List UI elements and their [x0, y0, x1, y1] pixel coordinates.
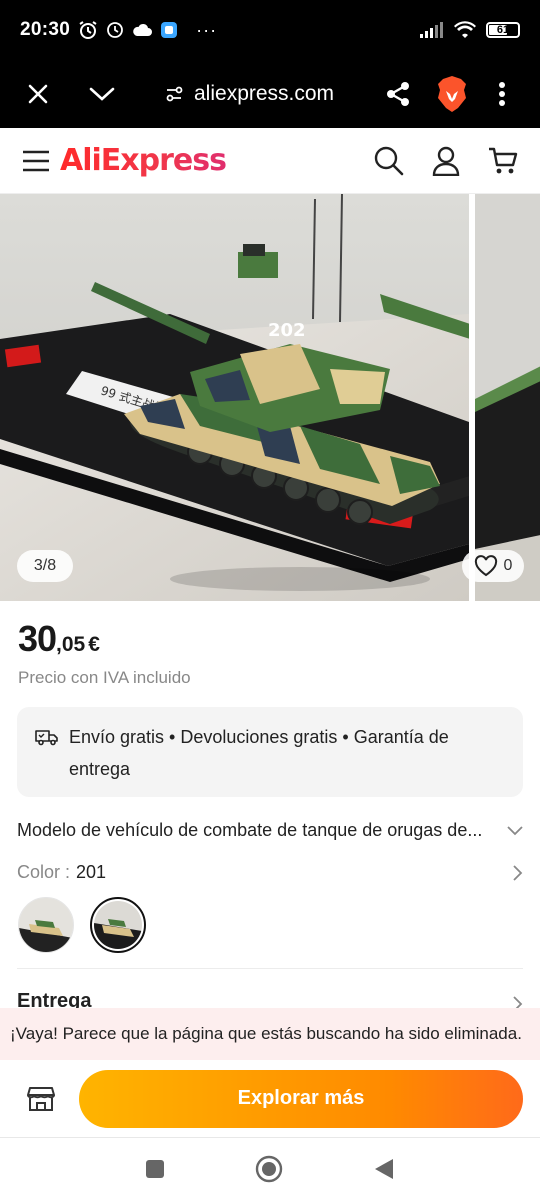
aliexpress-logo[interactable]: AliExpress [60, 143, 227, 178]
color-value: 201 [76, 862, 107, 882]
collapse-button[interactable] [80, 72, 124, 116]
section-divider [17, 968, 523, 969]
page-removed-text: ¡Vaya! Parece que la página que estás bu… [10, 1024, 522, 1043]
chevron-right-icon [513, 864, 523, 881]
home-icon[interactable] [255, 1155, 283, 1183]
price-integer: 30 [18, 618, 57, 659]
product-title: Modelo de vehículo de combate de tanque … [17, 820, 483, 840]
signal-icon [420, 22, 443, 38]
tank-model-image: 99 式主战坦克 202 [0, 194, 469, 601]
site-header: AliExpress [0, 128, 540, 194]
color-swatches [18, 897, 146, 953]
store-icon [27, 1086, 55, 1111]
close-icon [28, 84, 48, 104]
recent-apps-icon[interactable] [145, 1159, 165, 1179]
browser-menu-button[interactable] [480, 72, 524, 116]
svg-text:202: 202 [268, 320, 306, 341]
product-price: 30 ,05 € [18, 618, 100, 660]
alarm-icon [79, 21, 97, 39]
price-decimal: ,05 [56, 633, 86, 656]
browser-toolbar: aliexpress.com [0, 60, 540, 128]
delivery-label: Entrega [17, 990, 92, 1010]
wishlist-count: 0 [503, 557, 513, 574]
close-tab-button[interactable] [16, 72, 60, 116]
swatch-thumbnail [94, 901, 142, 949]
color-swatch-selected[interactable] [90, 897, 146, 953]
clock-icon [107, 22, 124, 38]
menu-icon[interactable] [22, 149, 50, 173]
share-icon [387, 82, 409, 106]
url-bar[interactable]: aliexpress.com [164, 82, 376, 106]
store-button[interactable] [17, 1075, 65, 1123]
tax-note: Precio con IVA incluido [18, 668, 191, 687]
more-notifications-icon: ··· [196, 19, 218, 40]
more-vertical-icon [499, 82, 505, 106]
shipping-text: Envío gratis • Devoluciones gratis • Gar… [69, 727, 449, 779]
share-button[interactable] [376, 72, 420, 116]
heart-icon [474, 555, 497, 577]
app-notification-icon [161, 22, 178, 38]
chevron-down-icon [507, 825, 523, 835]
site-settings-icon [166, 86, 183, 102]
status-bar: 20:30 ··· 61 [0, 0, 540, 60]
brave-lion-icon [438, 76, 466, 112]
search-icon[interactable] [374, 146, 404, 176]
swatch-thumbnail [19, 898, 73, 952]
android-nav-bar [0, 1138, 540, 1200]
account-icon[interactable] [432, 146, 460, 176]
product-photo[interactable]: 99 式主战坦克 202 [0, 194, 469, 601]
chevron-down-icon [89, 87, 115, 101]
cart-icon[interactable] [488, 146, 518, 176]
color-swatch[interactable] [18, 897, 74, 953]
battery-indicator: 61 [486, 22, 520, 38]
color-selector-row[interactable]: Color : 201 [17, 862, 523, 883]
url-text: aliexpress.com [194, 82, 335, 105]
price-currency: € [88, 633, 100, 656]
shipping-info-box[interactable]: Envío gratis • Devoluciones gratis • Gar… [17, 707, 523, 797]
explore-more-button[interactable]: Explorar más [79, 1069, 523, 1128]
cloud-icon [133, 23, 153, 36]
page-removed-banner: ¡Vaya! Parece que la página que estás bu… [0, 1008, 540, 1060]
wifi-icon [454, 21, 476, 38]
product-gallery[interactable]: 99 式主战坦克 202 3/8 0 [0, 194, 540, 601]
truck-icon [35, 730, 58, 746]
wishlist-button[interactable]: 0 [462, 550, 524, 582]
delivery-row[interactable]: Entrega [17, 990, 523, 1010]
brave-shields-button[interactable] [430, 72, 474, 116]
color-label: Color : [17, 862, 71, 882]
bottom-action-bar: Explorar más [0, 1060, 540, 1138]
product-title-row[interactable]: Modelo de vehículo de combate de tanque … [17, 820, 523, 841]
image-counter: 3/8 [17, 550, 73, 582]
next-image-preview [475, 194, 540, 601]
next-product-photo[interactable] [475, 194, 540, 601]
status-time: 20:30 [20, 19, 71, 40]
back-icon[interactable] [373, 1157, 395, 1181]
